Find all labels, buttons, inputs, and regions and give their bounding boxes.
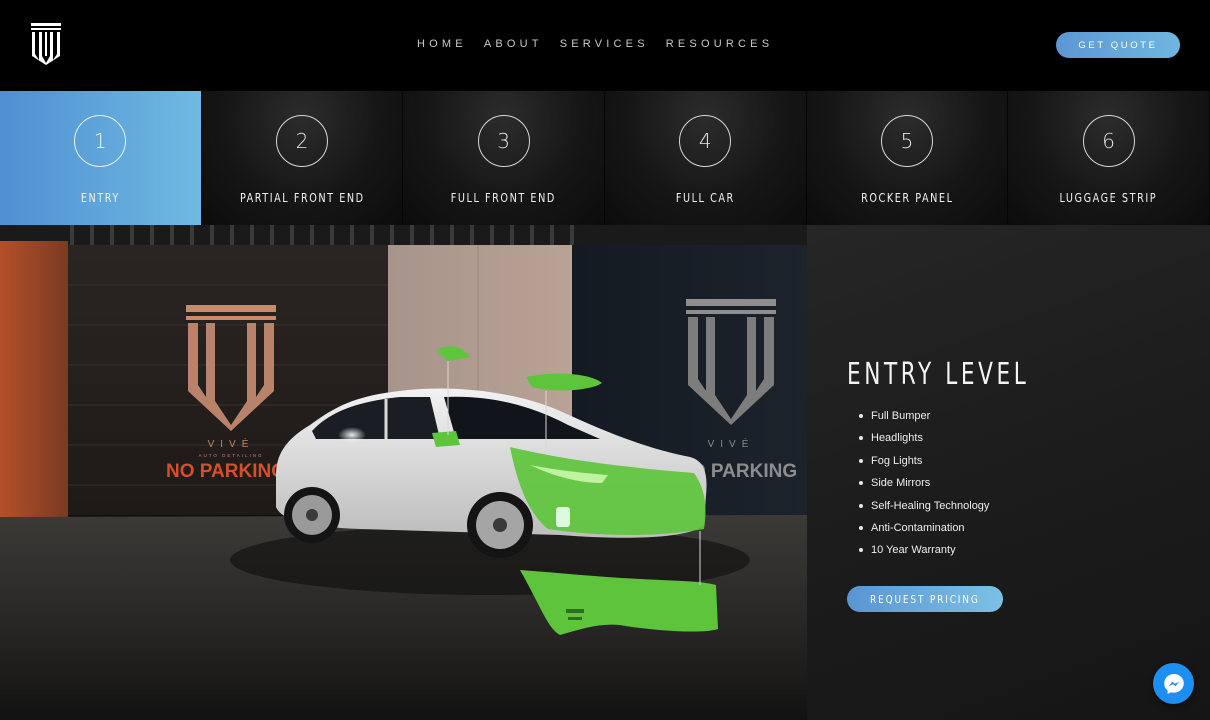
site-header: HOME ABOUT SERVICES RESOURCES GET QUOTE <box>0 0 1210 91</box>
feature-item: Fog Lights <box>859 450 989 472</box>
svg-text:VIVĖ: VIVĖ <box>208 437 255 450</box>
hero-scene: VIVĖ AUTO DETAILING NO PARKING VIVĖ O PA… <box>0 225 807 720</box>
package-steps: 1 ENTRY 2 PARTIAL FRONT END 3 FULL FRONT… <box>0 91 1210 225</box>
step-number: 3 <box>477 115 530 167</box>
step-label: ROCKER PANEL <box>860 190 954 205</box>
main-nav: HOME ABOUT SERVICES RESOURCES <box>417 38 773 50</box>
messenger-icon <box>1163 673 1184 694</box>
vive-logo-icon[interactable] <box>30 22 62 66</box>
step-number: 1 <box>74 115 127 167</box>
feature-item: Full Bumper <box>859 405 989 427</box>
step-rocker-panel[interactable]: 5 ROCKER PANEL <box>806 91 1009 225</box>
step-label: FULL FRONT END <box>451 190 557 205</box>
step-label: ENTRY <box>80 190 120 205</box>
svg-text:AUTO DETAILING: AUTO DETAILING <box>198 453 263 458</box>
step-entry[interactable]: 1 ENTRY <box>0 91 202 225</box>
step-label: FULL CAR <box>675 190 735 205</box>
feature-item: Anti-Contamination <box>859 517 989 539</box>
package-detail-panel: ENTRY LEVEL Full Bumper Headlights Fog L… <box>807 225 1210 720</box>
step-number: 5 <box>880 115 933 167</box>
request-pricing-button[interactable]: REQUEST PRICING <box>847 586 1003 612</box>
step-number: 6 <box>1082 115 1135 167</box>
step-partial-front-end[interactable]: 2 PARTIAL FRONT END <box>201 91 404 225</box>
step-full-front-end[interactable]: 3 FULL FRONT END <box>403 91 605 225</box>
messenger-chat-button[interactable] <box>1153 663 1194 704</box>
package-title: ENTRY LEVEL <box>847 357 1030 392</box>
feature-item: Side Mirrors <box>859 472 989 494</box>
nav-about[interactable]: ABOUT <box>484 38 543 50</box>
nav-home[interactable]: HOME <box>417 38 467 50</box>
svg-text:O PARKING: O PARKING <box>691 461 797 482</box>
feature-list: Full Bumper Headlights Fog Lights Side M… <box>859 405 989 562</box>
step-number: 4 <box>679 115 732 167</box>
svg-text:NO PARKING: NO PARKING <box>166 461 286 482</box>
step-label: LUGGAGE STRIP <box>1059 190 1158 205</box>
step-full-car[interactable]: 4 FULL CAR <box>604 91 807 225</box>
request-pricing-label: REQUEST PRICING <box>870 592 980 606</box>
step-label: PARTIAL FRONT END <box>239 190 365 205</box>
car-coverage-illustration: VIVĖ AUTO DETAILING NO PARKING VIVĖ O PA… <box>0 225 807 720</box>
nav-resources[interactable]: RESOURCES <box>666 38 773 50</box>
feature-item: Self-Healing Technology <box>859 495 989 517</box>
step-number: 2 <box>275 115 328 167</box>
feature-item: Headlights <box>859 427 989 449</box>
nav-services[interactable]: SERVICES <box>560 38 649 50</box>
step-luggage-strip[interactable]: 6 LUGGAGE STRIP <box>1008 91 1210 225</box>
svg-text:VIVĖ: VIVĖ <box>708 437 755 450</box>
feature-item: 10 Year Warranty <box>859 539 989 561</box>
get-quote-button[interactable]: GET QUOTE <box>1056 32 1180 58</box>
